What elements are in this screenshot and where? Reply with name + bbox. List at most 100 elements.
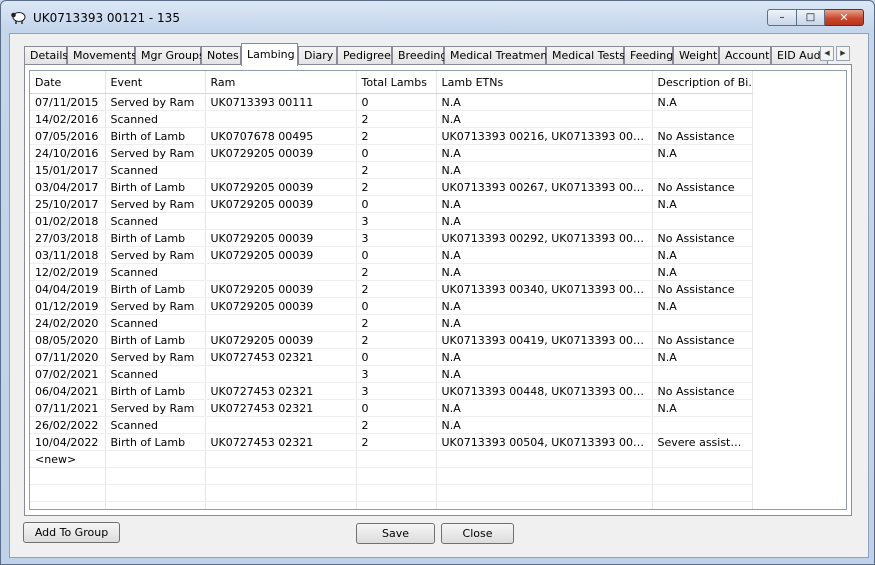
grid-cell[interactable]: 0 <box>356 93 437 111</box>
new-row[interactable]: <new> <box>30 450 753 468</box>
grid-cell[interactable]: 27/03/2018 <box>30 229 106 247</box>
tab-breeding[interactable]: Breeding <box>392 46 447 65</box>
table-row[interactable]: 07/02/2021 Scanned 3 N.A <box>30 365 753 383</box>
grid-cell[interactable]: 26/02/2022 <box>30 416 106 434</box>
grid-cell[interactable]: UK0727453 02321 <box>205 433 357 451</box>
table-row[interactable]: 03/11/2018 Served by Ram UK0729205 00039 0 N… <box>30 246 753 264</box>
grid-cell[interactable]: Birth of Lamb <box>105 178 206 196</box>
grid-cell[interactable]: N.A <box>436 297 653 315</box>
grid-cell[interactable]: UK0727453 02321 <box>205 382 357 400</box>
grid-cell[interactable]: Birth of Lamb <box>105 331 206 349</box>
grid-cell[interactable]: N.A <box>652 144 753 162</box>
tab-scroll-right-icon[interactable]: ▶ <box>836 46 850 61</box>
grid-cell[interactable]: Served by Ram <box>105 399 206 417</box>
grid-cell[interactable]: 07/11/2020 <box>30 348 106 366</box>
table-row[interactable]: 07/11/2020 Served by Ram UK0727453 02321 0 N… <box>30 348 753 366</box>
grid-cell[interactable]: Served by Ram <box>105 93 206 111</box>
grid-cell[interactable]: Birth of Lamb <box>105 127 206 145</box>
table-row[interactable]: 24/02/2020 Scanned 2 N.A <box>30 314 753 332</box>
tab-notes[interactable]: Notes <box>201 46 241 65</box>
grid-cell[interactable] <box>652 314 753 332</box>
grid-cell[interactable]: Scanned <box>105 416 206 434</box>
grid-cell[interactable] <box>205 416 357 434</box>
grid-cell[interactable]: 03/04/2017 <box>30 178 106 196</box>
grid-cell[interactable]: Served by Ram <box>105 297 206 315</box>
grid-cell[interactable]: 2 <box>356 263 437 281</box>
grid-cell[interactable]: N.A <box>436 416 653 434</box>
table-row[interactable]: 14/02/2016 Scanned 2 N.A <box>30 110 753 128</box>
grid-cell[interactable]: 01/12/2019 <box>30 297 106 315</box>
grid-cell[interactable]: No Assistance <box>652 280 753 298</box>
grid-cell[interactable]: UK0729205 00039 <box>205 229 357 247</box>
grid-cell[interactable]: UK0713393 00340, UK0713393 00341, <box>436 280 653 298</box>
grid-cell[interactable]: 14/02/2016 <box>30 110 106 128</box>
grid-cell[interactable]: 0 <box>356 348 437 366</box>
grid-cell[interactable] <box>652 450 753 468</box>
grid-cell[interactable]: 3 <box>356 229 437 247</box>
grid-cell[interactable]: Birth of Lamb <box>105 280 206 298</box>
grid-cell[interactable]: UK0713393 00448, UK0713393 00449, ... <box>436 382 653 400</box>
grid-cell[interactable] <box>205 314 357 332</box>
tab-feeding[interactable]: Feeding <box>624 46 673 65</box>
grid-cell[interactable] <box>436 450 653 468</box>
column-header-event[interactable]: Event <box>105 71 206 94</box>
column-header-date[interactable]: Date <box>30 71 106 94</box>
grid-cell[interactable]: Severe assistance <box>652 433 753 451</box>
grid-cell[interactable]: N.A <box>652 195 753 213</box>
grid-cell[interactable] <box>105 450 206 468</box>
grid-cell[interactable]: No Assistance <box>652 331 753 349</box>
tab-lambing[interactable]: Lambing <box>241 43 298 66</box>
tab-diary[interactable]: Diary <box>298 46 337 65</box>
tab-scroll-left-icon[interactable]: ◀ <box>820 46 834 61</box>
grid-cell[interactable]: No Assistance <box>652 178 753 196</box>
grid-cell[interactable] <box>652 110 753 128</box>
grid-cell[interactable]: N.A <box>436 144 653 162</box>
grid-cell[interactable]: N.A <box>652 297 753 315</box>
grid-cell[interactable] <box>205 263 357 281</box>
column-header-ram[interactable]: Ram <box>205 71 357 94</box>
grid-cell[interactable]: Birth of Lamb <box>105 382 206 400</box>
table-row[interactable]: 15/01/2017 Scanned 2 N.A <box>30 161 753 179</box>
grid-cell[interactable]: 08/05/2020 <box>30 331 106 349</box>
title-bar[interactable]: UK0713393 00121 - 135 – □ ✕ <box>1 1 874 33</box>
grid-cell[interactable]: No Assistance <box>652 229 753 247</box>
grid-cell[interactable]: N.A <box>436 110 653 128</box>
table-row[interactable]: 12/02/2019 Scanned 2 N.A N.A <box>30 263 753 281</box>
table-row[interactable]: 07/05/2016 Birth of Lamb UK0707678 00495 2 U… <box>30 127 753 145</box>
minimize-button[interactable]: – <box>767 9 797 26</box>
grid-cell[interactable]: 01/02/2018 <box>30 212 106 230</box>
grid-cell[interactable]: Served by Ram <box>105 195 206 213</box>
grid-cell[interactable]: UK0713393 00292, UK0713393 00293, ... <box>436 229 653 247</box>
add-to-group-button[interactable]: Add To Group <box>23 522 120 543</box>
grid-cell[interactable]: No Assistance <box>652 382 753 400</box>
table-row[interactable]: 24/10/2016 Served by Ram UK0729205 00039 0 N… <box>30 144 753 162</box>
tab-mgr-groups[interactable]: Mgr Groups <box>135 46 205 65</box>
table-row[interactable]: 04/04/2019 Birth of Lamb UK0729205 00039 2 U… <box>30 280 753 298</box>
grid-cell[interactable]: 0 <box>356 195 437 213</box>
tab-details[interactable]: Details <box>24 46 68 65</box>
grid-cell[interactable]: N.A <box>652 263 753 281</box>
grid-cell[interactable]: 3 <box>356 212 437 230</box>
grid-cell[interactable]: 07/11/2015 <box>30 93 106 111</box>
grid-cell[interactable]: 2 <box>356 314 437 332</box>
grid-cell[interactable]: 12/02/2019 <box>30 263 106 281</box>
grid-cell[interactable]: 0 <box>356 246 437 264</box>
tab-pedigree[interactable]: Pedigree <box>337 46 392 65</box>
grid-cell[interactable] <box>205 212 357 230</box>
table-row[interactable]: 06/04/2021 Birth of Lamb UK0727453 02321 3 U… <box>30 382 753 400</box>
grid-cell[interactable]: 2 <box>356 416 437 434</box>
maximize-button[interactable]: □ <box>797 9 825 26</box>
table-row[interactable]: 25/10/2017 Served by Ram UK0729205 00039 0 N… <box>30 195 753 213</box>
grid-cell[interactable] <box>652 416 753 434</box>
grid-cell[interactable]: 07/02/2021 <box>30 365 106 383</box>
grid-cell[interactable] <box>205 365 357 383</box>
grid-cell[interactable]: 3 <box>356 382 437 400</box>
grid-cell[interactable]: UK0729205 00039 <box>205 144 357 162</box>
table-row[interactable]: 03/04/2017 Birth of Lamb UK0729205 00039 2 U… <box>30 178 753 196</box>
grid-cell[interactable]: UK0729205 00039 <box>205 195 357 213</box>
grid-cell[interactable] <box>652 212 753 230</box>
grid-cell[interactable]: 24/02/2020 <box>30 314 106 332</box>
grid-cell[interactable]: UK0729205 00039 <box>205 297 357 315</box>
grid-cell[interactable]: 06/04/2021 <box>30 382 106 400</box>
grid-cell[interactable]: Birth of Lamb <box>105 433 206 451</box>
